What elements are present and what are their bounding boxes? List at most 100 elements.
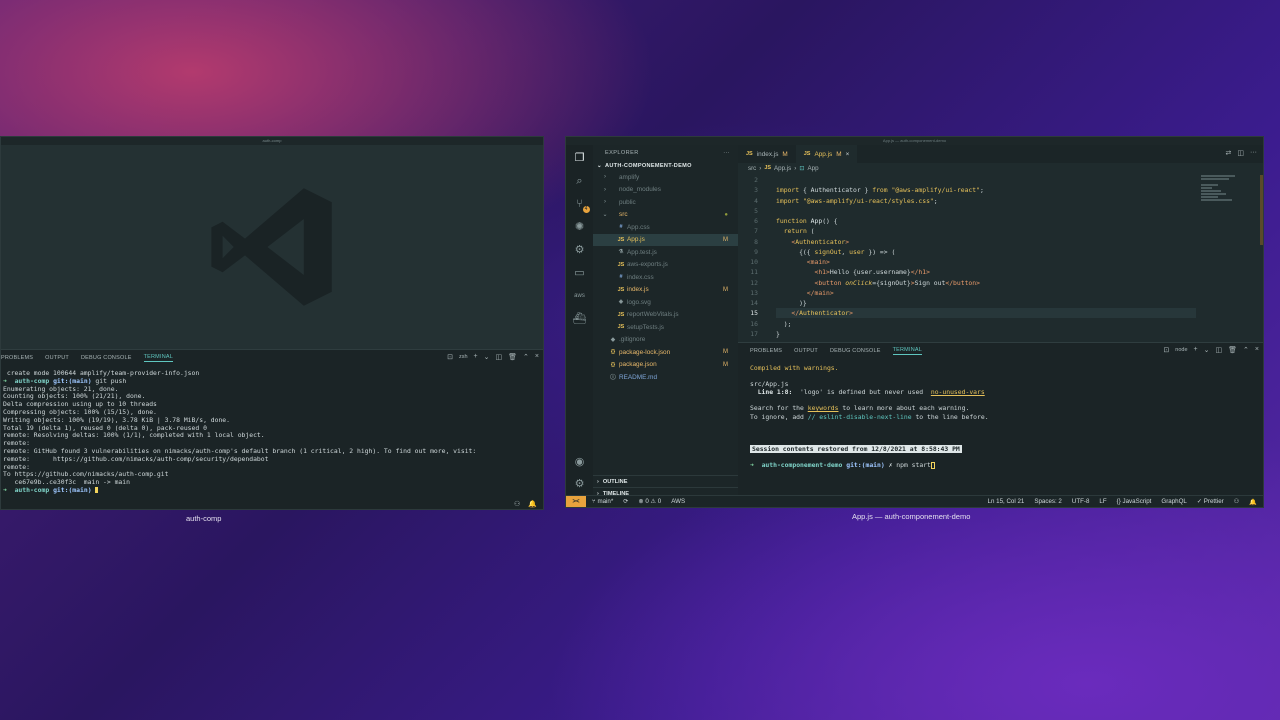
tab-debug-console[interactable]: DEBUG CONSOLE <box>830 348 881 354</box>
tree-item-app-js[interactable]: JS App.js M <box>593 233 738 246</box>
sync-icon[interactable]: ⟳ <box>623 498 628 505</box>
tree-item-aws-exports-js[interactable]: JS aws-exports.js <box>593 259 738 272</box>
more-actions-icon[interactable]: ··· <box>1250 149 1257 157</box>
code-line: 7 return ( <box>738 226 1263 236</box>
tree-item-index-css[interactable]: # index.css <box>593 271 738 284</box>
debug-icon[interactable]: ✺ <box>573 220 587 234</box>
aws-icon[interactable]: aws <box>573 289 587 303</box>
code-editor[interactable]: 2 3 import { Authenticator } from "@aws-am… <box>738 173 1263 339</box>
tree-item-readme-md[interactable]: ⓘ README.md <box>593 371 738 384</box>
tree-item-index-js[interactable]: JS index.js M <box>593 284 738 297</box>
tab-problems[interactable]: PROBLEMS <box>750 348 782 354</box>
tree-item-reportwebvitals-js[interactable]: JS reportWebVitals.js <box>593 309 738 322</box>
remote-explorer-icon[interactable]: ▭ <box>573 266 587 280</box>
source-control-icon[interactable]: ⑂ 4 <box>573 197 590 213</box>
terminal-icon: ⊡ <box>1163 347 1170 354</box>
branch-indicator[interactable]: ⑂ main* <box>592 498 613 505</box>
tree-item-public[interactable]: › public <box>593 196 738 209</box>
status-bar: ⚇ 🔔 <box>1 499 543 509</box>
line-ending[interactable]: LF <box>1099 498 1106 506</box>
problems-indicator[interactable]: ⊗ 0 ⚠ 0 <box>638 498 661 505</box>
account-icon[interactable]: ◉ <box>573 455 587 469</box>
graphql-indicator[interactable]: GraphQL <box>1161 498 1186 506</box>
terminal-line: remote: Resolving deltas: 100% (1/1), co… <box>3 431 265 440</box>
session-restored-banner: Session contents restored from 12/8/2021… <box>750 444 962 453</box>
breadcrumb-file[interactable]: App.js <box>774 165 791 172</box>
terminal-output[interactable]: Compiled with warnings. src/App.js Line … <box>738 359 1263 469</box>
tab-app-js[interactable]: JS App.js M × <box>795 145 858 163</box>
status-bar: >< ⑂ main* ⟳ ⊗ 0 ⚠ 0 AWS Ln 15, Col 21 S… <box>566 495 1263 507</box>
tab-terminal[interactable]: TERMINAL <box>892 347 922 355</box>
help-text: to the line before. <box>911 412 989 421</box>
tree-item-package-json[interactable]: {} package.json M <box>593 359 738 372</box>
trash-icon[interactable]: 🗑 <box>508 353 517 361</box>
bell-icon[interactable]: 🔔 <box>528 500 537 508</box>
indentation[interactable]: Spaces: 2 <box>1034 498 1062 506</box>
keywords-link[interactable]: keywords <box>808 404 839 412</box>
breadcrumb-src[interactable]: src <box>748 165 756 172</box>
compare-icon[interactable]: ⇄ <box>1226 149 1232 157</box>
close-tab-icon[interactable]: × <box>846 151 850 158</box>
extensions-icon[interactable]: ⚙ <box>573 243 587 257</box>
chevron-down-icon[interactable]: ⌄ <box>484 353 490 361</box>
file-tree: › amplify › node_modules › public ⌄ src ● # App.cs… <box>593 171 738 384</box>
encoding[interactable]: UTF-8 <box>1072 498 1090 506</box>
new-terminal-icon[interactable]: + <box>474 353 478 361</box>
code-text: </main> <box>806 288 834 297</box>
tab-index-js[interactable]: JS index.js M <box>738 145 796 163</box>
more-actions-icon[interactable]: ··· <box>723 150 730 156</box>
tab-debug-console[interactable]: DEBUG CONSOLE <box>81 355 132 361</box>
trash-icon[interactable]: 🗑 <box>1228 346 1237 354</box>
tree-item-setuptests-js[interactable]: JS setupTests.js <box>593 321 738 334</box>
chevron-down-icon[interactable]: ⌄ <box>1204 346 1210 354</box>
code-line: 16 ); <box>738 319 1263 329</box>
feedback-icon[interactable]: ⚇ <box>1234 498 1240 506</box>
new-terminal-icon[interactable]: + <box>1194 346 1198 354</box>
cursor-position[interactable]: Ln 15, Col 21 <box>988 498 1025 506</box>
manage-gear-icon[interactable]: ⚙ <box>573 477 587 491</box>
code-text: {({ signOut, user }) => ( <box>776 247 896 256</box>
terminal-output[interactable]: create mode 100644 amplify/team-provider… <box>1 366 543 495</box>
search-icon[interactable]: ⌕ <box>573 174 587 188</box>
tab-problems[interactable]: PROBLEMS <box>1 355 33 361</box>
tree-item-node-modules[interactable]: › node_modules <box>593 184 738 197</box>
cursor <box>930 461 935 469</box>
shell-name[interactable]: node <box>1175 346 1187 354</box>
docker-icon[interactable]: ⛴ <box>573 312 587 326</box>
close-icon[interactable]: × <box>535 353 539 361</box>
maximize-icon[interactable]: ⌃ <box>523 353 529 361</box>
warning-rule[interactable]: no-unused-vars <box>931 388 985 396</box>
feedback-icon[interactable]: ⚇ <box>514 500 520 508</box>
split-terminal-icon[interactable]: ◫ <box>1216 346 1223 354</box>
file-name: logo.svg <box>627 298 651 306</box>
project-folder[interactable]: ⌄ AUTH-COMPONEMENT-DEMO <box>593 161 738 171</box>
aws-indicator[interactable]: AWS <box>671 498 685 505</box>
tree-item-app-css[interactable]: # App.css <box>593 221 738 234</box>
breadcrumb-symbol[interactable]: App <box>808 165 819 172</box>
tab-output[interactable]: OUTPUT <box>794 348 818 354</box>
language-mode[interactable]: {} JavaScript <box>1117 498 1152 506</box>
tree-item--gitignore[interactable]: ◆ .gitignore <box>593 334 738 347</box>
tab-label: index.js <box>756 150 779 158</box>
files-icon[interactable]: ❐ <box>573 151 587 165</box>
maximize-icon[interactable]: ⌃ <box>1243 346 1249 354</box>
prettier-indicator[interactable]: ✓ Prettier <box>1197 498 1224 506</box>
tree-item-src[interactable]: ⌄ src ● <box>593 209 738 222</box>
bell-icon[interactable]: 🔔 <box>1249 498 1257 506</box>
tree-item-app-test-js[interactable]: ⚗ App.test.js <box>593 246 738 259</box>
tab-terminal[interactable]: TERMINAL <box>143 354 173 362</box>
minimap[interactable] <box>1201 175 1257 215</box>
editor-group: JS index.js M JS App.js M × ⇄ ◫ ··· src … <box>738 145 1263 342</box>
remote-icon[interactable]: >< <box>566 495 586 507</box>
js-file-icon: JS <box>764 165 772 171</box>
outline-section[interactable]: › OUTLINE <box>593 475 738 487</box>
shell-name[interactable]: zsh <box>459 353 468 361</box>
split-terminal-icon[interactable]: ◫ <box>496 353 503 361</box>
tree-item-package-lock-json[interactable]: {} package-lock.json M <box>593 346 738 359</box>
tab-output[interactable]: OUTPUT <box>45 355 69 361</box>
split-editor-icon[interactable]: ◫ <box>1237 149 1244 157</box>
close-icon[interactable]: × <box>1255 346 1259 354</box>
tree-item-logo-svg[interactable]: ◈ logo.svg <box>593 296 738 309</box>
tree-item-amplify[interactable]: › amplify <box>593 171 738 184</box>
scrollbar[interactable] <box>1260 175 1263 245</box>
